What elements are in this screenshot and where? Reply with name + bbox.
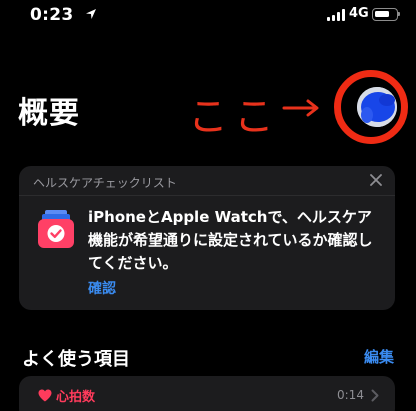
checklist-icon: [38, 210, 74, 248]
status-time: 0:23: [30, 5, 74, 25]
favorite-item-heart-rate[interactable]: 心拍数 0:14: [19, 376, 395, 411]
profile-avatar[interactable]: [357, 87, 397, 127]
battery-icon: [372, 8, 400, 21]
heart-icon: [38, 389, 52, 402]
location-arrow-icon: [86, 9, 96, 19]
favorites-title: よく使う項目: [22, 349, 130, 370]
status-bar: 0:23 4G: [0, 0, 416, 32]
annotation-arrow-icon: [282, 99, 319, 117]
card-header: ヘルスケアチェックリスト: [19, 166, 395, 196]
review-link[interactable]: 確認: [88, 278, 116, 298]
health-checklist-card[interactable]: ヘルスケアチェックリスト iPhoneとApple Watchで、ヘルスケア機能…: [19, 166, 395, 310]
chevron-right-icon: [371, 389, 379, 402]
cellular-signal-icon: [327, 9, 345, 21]
annotation-text: ここ: [188, 94, 280, 140]
close-icon[interactable]: [369, 173, 383, 187]
page-title: 概要: [18, 96, 80, 131]
avatar-image: [357, 87, 397, 127]
network-type: 4G: [349, 6, 369, 21]
favorite-item-time: 0:14: [337, 388, 364, 402]
card-header-title: ヘルスケアチェックリスト: [33, 176, 177, 190]
edit-button[interactable]: 編集: [364, 346, 394, 367]
favorite-item-label: 心拍数: [56, 390, 96, 405]
card-body-text: iPhoneとApple Watchで、ヘルスケア機能が希望通りに設定されている…: [88, 208, 373, 272]
